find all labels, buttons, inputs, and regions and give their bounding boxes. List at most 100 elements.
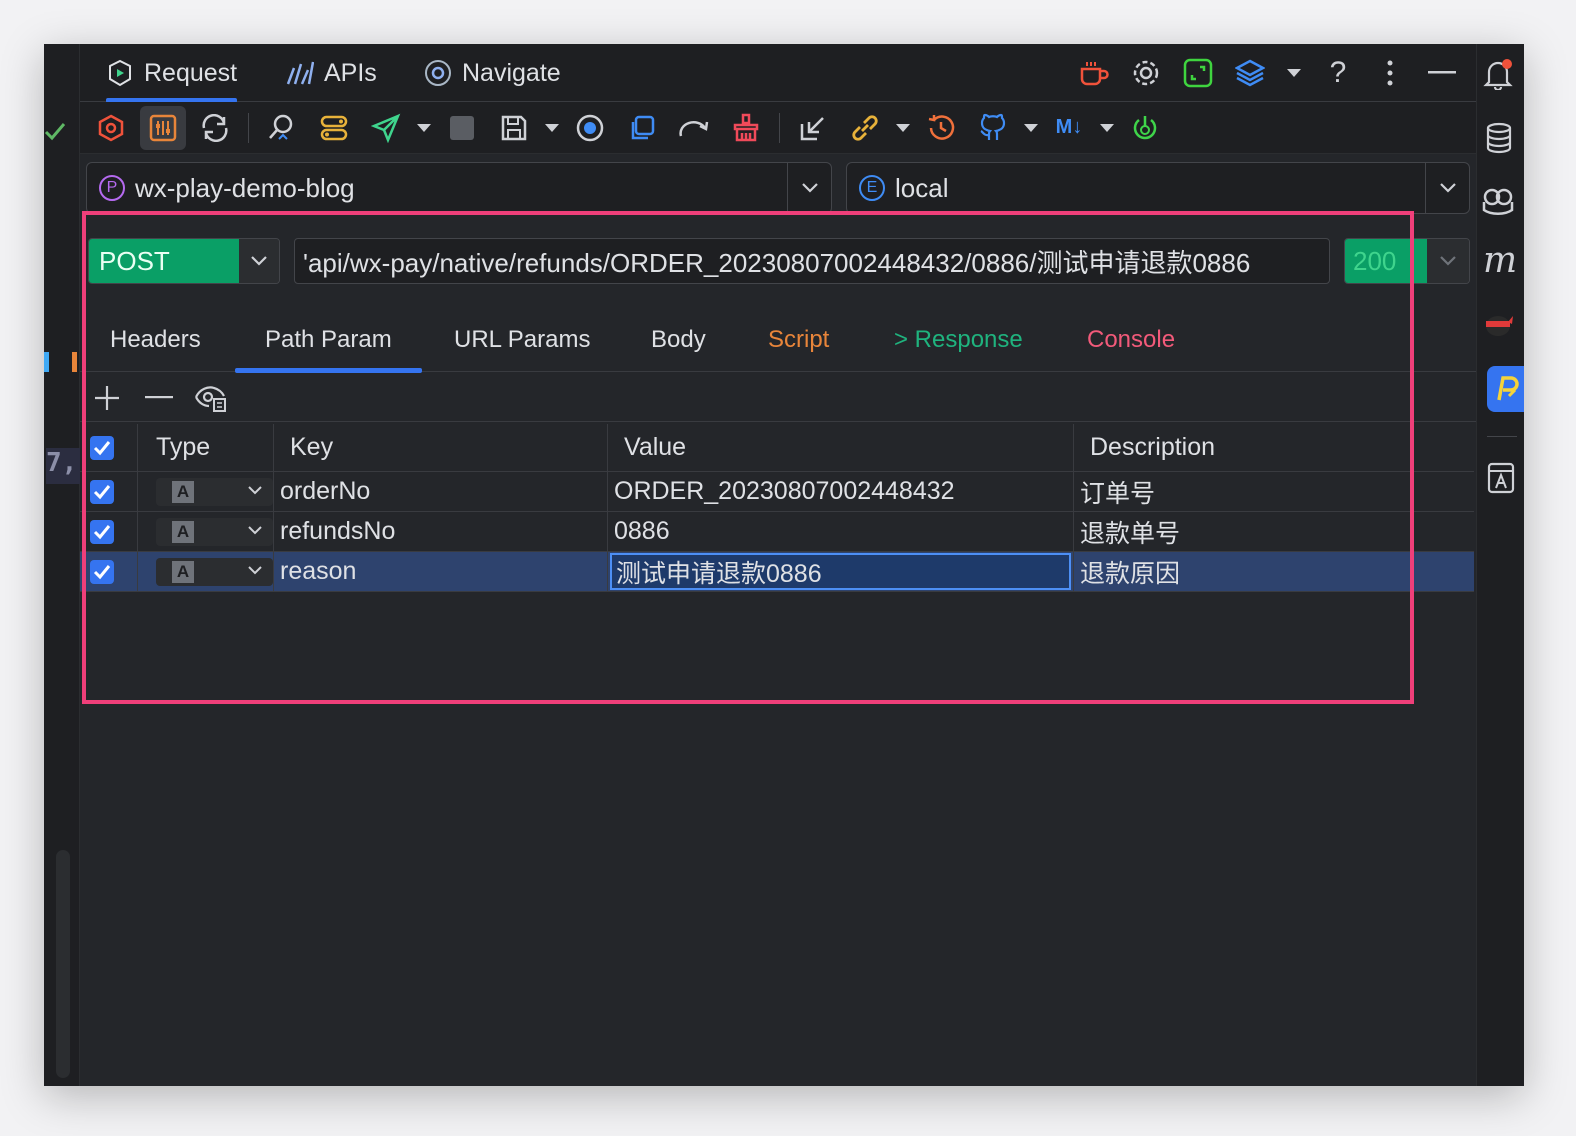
select-all-cell[interactable] (80, 424, 138, 471)
tab-navigate-label: Navigate (462, 58, 561, 87)
tab-path-param[interactable]: Path Param (235, 308, 422, 373)
value-editor-input[interactable]: 测试申请退款0886 (610, 553, 1071, 590)
right-bar-divider (1487, 436, 1517, 437)
chevron-down-icon[interactable] (247, 483, 263, 497)
select-all-checkbox[interactable] (90, 435, 114, 460)
copy-icon[interactable] (619, 106, 665, 150)
stop-icon[interactable] (439, 106, 485, 150)
expand-icon[interactable] (1180, 55, 1216, 91)
github-dropdown-icon[interactable] (1022, 106, 1040, 150)
editor-gutter: 7, (44, 44, 80, 1086)
type-select[interactable]: A (138, 472, 274, 511)
save-dropdown-icon[interactable] (543, 106, 561, 150)
help-icon[interactable]: ? (1320, 55, 1356, 91)
tab-request[interactable]: Request (106, 44, 238, 103)
send-icon[interactable] (363, 106, 409, 150)
chevron-down-icon[interactable] (787, 163, 831, 213)
type-select[interactable]: A (138, 512, 274, 551)
send-dropdown-icon[interactable] (415, 106, 433, 150)
chevron-down-icon[interactable] (1427, 239, 1469, 283)
row-checkbox[interactable] (90, 559, 114, 584)
row-checkbox[interactable] (90, 479, 114, 504)
github-icon[interactable] (970, 106, 1016, 150)
description-cell[interactable]: 订单号 (1074, 472, 1474, 511)
ninja-icon[interactable] (1483, 310, 1513, 343)
row-checkbox-cell[interactable] (80, 472, 138, 511)
tool-window-tabs: Request APIs Navigate ? (80, 44, 1476, 103)
request-panel: Request APIs Navigate ? M↓ P wx-play-dem… (80, 44, 1476, 1086)
tab-response[interactable]: > Response (894, 308, 1023, 372)
status-select[interactable]: 200 (1344, 238, 1470, 284)
import-icon[interactable] (790, 106, 836, 150)
tab-headers[interactable]: Headers (110, 308, 201, 372)
power-icon[interactable] (1122, 106, 1168, 150)
history-icon[interactable] (918, 106, 964, 150)
description-cell[interactable]: 退款单号 (1074, 512, 1474, 551)
bulk-edit-icon[interactable] (194, 381, 228, 415)
chevron-down-icon[interactable] (1425, 163, 1469, 213)
redo-icon[interactable] (671, 106, 717, 150)
right-tool-bar: m (1476, 44, 1524, 1086)
table-row-selected[interactable]: A reason 测试申请退款0886 退款原因 (80, 552, 1474, 592)
tab-console[interactable]: Console (1087, 308, 1175, 372)
type-select[interactable]: A (138, 552, 274, 591)
chevron-down-icon[interactable] (239, 239, 279, 283)
clean-icon[interactable] (723, 106, 769, 150)
more-icon[interactable] (1372, 55, 1408, 91)
key-cell[interactable]: orderNo (274, 472, 608, 511)
value-cell-editing[interactable]: 测试申请退款0886 (608, 552, 1074, 591)
row-checkbox-cell[interactable] (80, 552, 138, 591)
type-dropdown[interactable]: A (156, 477, 273, 506)
sync-icon[interactable] (192, 106, 238, 150)
value-cell[interactable]: ORDER_20230807002448432 (608, 472, 1074, 511)
notification-icon[interactable] (1483, 58, 1513, 95)
value-cell[interactable]: 0886 (608, 512, 1074, 551)
markdown-icon[interactable]: M↓ (1046, 106, 1092, 150)
chevron-down-icon[interactable] (1284, 55, 1304, 91)
link-icon[interactable] (842, 106, 888, 150)
layers-icon[interactable] (1232, 55, 1268, 91)
add-row-icon[interactable] (90, 381, 124, 415)
translate-icon[interactable] (1487, 462, 1515, 499)
link-dropdown-icon[interactable] (894, 106, 912, 150)
key-cell[interactable]: reason (274, 552, 608, 591)
chevron-down-icon[interactable] (247, 563, 263, 577)
gear-icon[interactable] (1128, 55, 1164, 91)
row-checkbox[interactable] (90, 519, 114, 544)
key-cell[interactable]: refundsNo (274, 512, 608, 551)
minimize-icon[interactable] (1424, 55, 1460, 91)
tab-url-params[interactable]: URL Params (454, 308, 590, 372)
save-icon[interactable] (491, 106, 537, 150)
copilot-icon[interactable] (1481, 186, 1515, 221)
tab-script[interactable]: Script (768, 308, 829, 372)
api-plugin-icon[interactable] (1487, 366, 1524, 412)
string-type-icon: A (172, 520, 194, 543)
toggle-icon[interactable] (311, 106, 357, 150)
project-selector[interactable]: P wx-play-demo-blog (86, 162, 832, 214)
table-row[interactable]: A refundsNo 0886 退款单号 (80, 512, 1474, 552)
markdown-dropdown-icon[interactable] (1098, 106, 1116, 150)
database-icon[interactable] (1485, 122, 1513, 159)
remove-row-icon[interactable] (142, 381, 176, 415)
chevron-down-icon[interactable] (247, 523, 263, 537)
coffee-icon[interactable] (1076, 55, 1112, 91)
gutter-scrollbar[interactable] (56, 850, 70, 1078)
table-row[interactable]: A orderNo ORDER_20230807002448432 订单号 (80, 472, 1474, 512)
environment-selector[interactable]: E local (846, 162, 1470, 214)
search-code-icon[interactable] (259, 106, 305, 150)
tab-navigate[interactable]: Navigate (424, 44, 561, 102)
m-plugin-icon[interactable]: m (1483, 240, 1517, 281)
tab-body[interactable]: Body (651, 308, 706, 372)
type-dropdown[interactable]: A (156, 517, 273, 546)
path-param-table: Type Key Value Description A orderNo ORD… (80, 424, 1474, 592)
hexagon-icon[interactable] (88, 106, 134, 150)
sliders-icon[interactable] (140, 105, 186, 150)
type-dropdown[interactable]: A (156, 557, 273, 586)
record-icon[interactable] (567, 106, 613, 150)
url-input[interactable]: 'api/wx-pay/native/refunds/ORDER_2023080… (294, 238, 1330, 284)
method-select[interactable]: POST (88, 238, 280, 284)
row-checkbox-cell[interactable] (80, 512, 138, 551)
description-cell[interactable]: 退款原因 (1074, 552, 1474, 591)
tab-apis[interactable]: APIs (286, 44, 377, 102)
status-code: 200 (1345, 239, 1427, 283)
